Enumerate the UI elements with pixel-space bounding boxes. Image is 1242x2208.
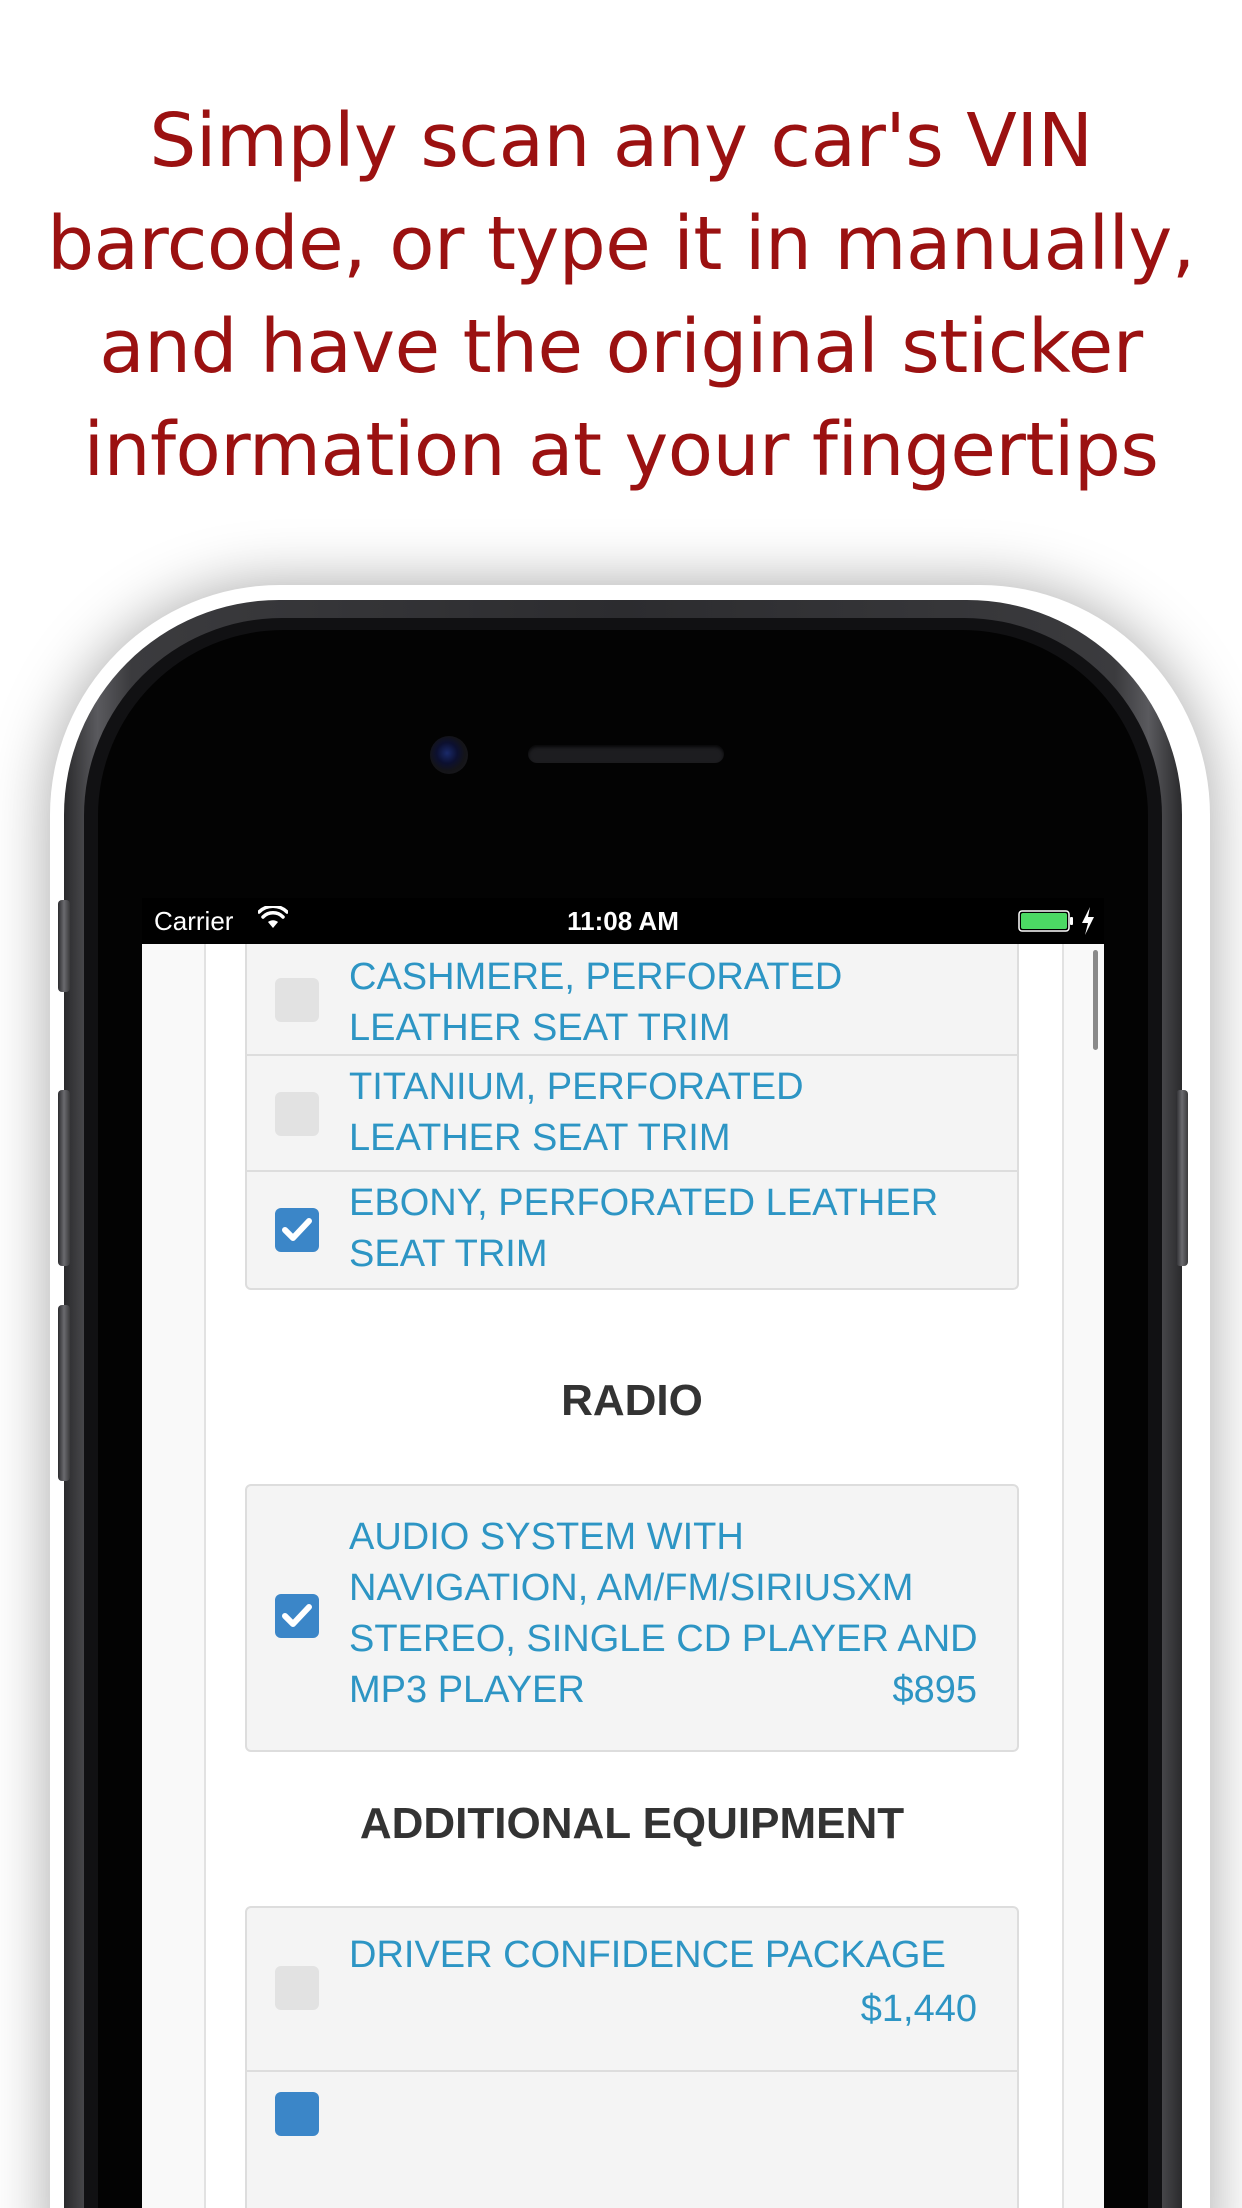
option-ebony-seat-trim[interactable]: EBONY, PERFORATED LEATHER SEAT TRIM [247, 1172, 1017, 1286]
checkbox-checked[interactable] [275, 2092, 319, 2136]
checkmark-icon [282, 1218, 312, 1241]
phone-screen: Carrier 11:08 AM CASHMERE, PERFORATED LE… [142, 898, 1104, 2208]
options-scroll-view[interactable]: CASHMERE, PERFORATED LEATHER SEAT TRIM T… [142, 944, 1104, 2208]
battery-charging-icon [1018, 910, 1073, 932]
option-cashmere-seat-trim[interactable]: CASHMERE, PERFORATED LEATHER SEAT TRIM [247, 944, 1017, 1056]
option-label-line: LEATHER SEAT TRIM [349, 1007, 731, 1049]
status-bar: Carrier 11:08 AM [142, 898, 1104, 944]
promo-line-4: information at your fingertips [83, 407, 1159, 493]
seat-trim-options: CASHMERE, PERFORATED LEATHER SEAT TRIM T… [245, 944, 1019, 1290]
option-price: $895 [892, 1669, 977, 1711]
promo-headline: Simply scan any car's VIN barcode, or ty… [0, 90, 1242, 502]
checkmark-icon [282, 1604, 312, 1627]
option-label-line: TITANIUM, PERFORATED [349, 1066, 804, 1108]
charging-bolt-icon [1082, 907, 1094, 935]
radio-options: AUDIO SYSTEM WITH NAVIGATION, AM/FM/SIRI… [245, 1484, 1019, 1752]
option-label-line: EBONY, PERFORATED LEATHER [349, 1182, 939, 1224]
option-label-line: AUDIO SYSTEM WITH [349, 1516, 744, 1558]
option-label-line: STEREO, SINGLE CD PLAYER AND [349, 1618, 978, 1660]
speaker-grille [528, 745, 724, 763]
additional-equipment-options: DRIVER CONFIDENCE PACKAGE $1,440 [245, 1906, 1019, 2208]
option-label: DRIVER CONFIDENCE PACKAGE [349, 1930, 989, 1981]
option-audio-system[interactable]: AUDIO SYSTEM WITH NAVIGATION, AM/FM/SIRI… [247, 1486, 1017, 1750]
option-next-item[interactable] [247, 2072, 1017, 2208]
checkbox-unchecked[interactable] [275, 1092, 319, 1136]
option-label: TITANIUM, PERFORATED LEATHER SEAT TRIM [349, 1062, 989, 1164]
section-title-additional-equipment: ADDITIONAL EQUIPMENT [359, 1799, 905, 1848]
option-label-line: SEAT TRIM [349, 1233, 548, 1275]
clock: 11:08 AM [567, 906, 679, 936]
option-label-line: NAVIGATION, AM/FM/SIRIUSXM [349, 1567, 914, 1609]
option-titanium-seat-trim[interactable]: TITANIUM, PERFORATED LEATHER SEAT TRIM [247, 1056, 1017, 1172]
checkbox-checked[interactable] [275, 1208, 319, 1252]
option-label: CASHMERE, PERFORATED LEATHER SEAT TRIM [349, 952, 989, 1054]
scroll-indicator[interactable] [1093, 950, 1098, 1050]
section-title-radio: RADIO [561, 1376, 703, 1425]
volume-up-button [58, 1090, 70, 1266]
option-label: EBONY, PERFORATED LEATHER SEAT TRIM [349, 1178, 989, 1280]
power-button [1176, 1090, 1188, 1266]
checkbox-checked[interactable] [275, 1594, 319, 1638]
checkbox-unchecked[interactable] [275, 1966, 319, 2010]
checkbox-unchecked[interactable] [275, 978, 319, 1022]
volume-down-button [58, 1305, 70, 1481]
option-driver-confidence-package[interactable]: DRIVER CONFIDENCE PACKAGE $1,440 [247, 1908, 1017, 2072]
option-label-line: CASHMERE, PERFORATED [349, 956, 843, 998]
promo-line-3: and have the original sticker [99, 304, 1143, 390]
promo-line-2: barcode, or type it in manually, [47, 201, 1195, 287]
mute-switch [58, 900, 70, 992]
camera-icon [430, 736, 468, 774]
promo-line-1: Simply scan any car's VIN [149, 98, 1093, 184]
option-price: $1,440 [860, 1988, 977, 2030]
option-label-line: LEATHER SEAT TRIM [349, 1117, 731, 1159]
option-label-line: DRIVER CONFIDENCE PACKAGE [349, 1934, 946, 1976]
